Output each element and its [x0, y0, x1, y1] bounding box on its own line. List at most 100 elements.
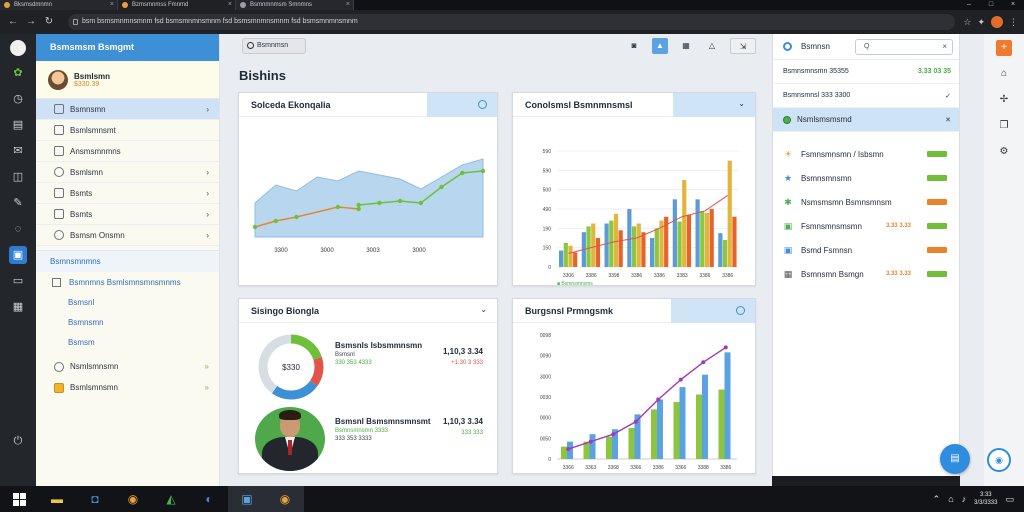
browser-tab-2[interactable]: Bzmsmnmss Fmnmd ×	[118, 0, 236, 10]
menu-icon[interactable]: ⋮	[1009, 17, 1018, 28]
sidebar-item-4[interactable]: Bsmlsmn ›	[36, 162, 219, 183]
file-explorer-icon[interactable]: ▬	[38, 486, 76, 512]
app-active-blue-icon[interactable]: ▣	[228, 486, 266, 512]
sidebar-item-7[interactable]: Bsmsm Onsmn ›	[36, 225, 219, 246]
sidebar-header: Bsmsmsm Bsmgmt	[36, 34, 219, 61]
panel-list-item[interactable]: ✱ Nsmsmsmn Bsmnsmnsm	[773, 190, 959, 214]
sidebar-user[interactable]: Bsmlsmn $330.39	[36, 61, 219, 99]
panel-list-item[interactable]: ▣ Bsmd Fsmnsn	[773, 238, 959, 262]
bar	[724, 352, 731, 459]
sidebar-item-6[interactable]: Bsmts ›	[36, 204, 219, 225]
bar	[651, 409, 657, 459]
panel-list-item[interactable]: ★ Bsmnsmnsmn	[773, 166, 959, 190]
browser-tab-3[interactable]: Bsmnmnmsm Smnmns ×	[236, 0, 354, 10]
close-icon[interactable]: ×	[110, 0, 114, 10]
start-button[interactable]	[0, 486, 38, 512]
forward-icon[interactable]: →	[24, 15, 38, 29]
triangle-icon[interactable]: △	[704, 38, 720, 54]
info-icon[interactable]	[736, 306, 745, 315]
volume-icon[interactable]: ♪	[962, 494, 967, 504]
panel-list-item[interactable]: ▣ Fsmnsmnsmsmn 3.33 3.33	[773, 214, 959, 238]
sidebar-item-3[interactable]: Ansmsmnmns	[36, 141, 219, 162]
maximize-icon[interactable]: □	[980, 0, 1002, 10]
sidebar-item-5[interactable]: Bsmts ›	[36, 183, 219, 204]
close-icon[interactable]: ×	[346, 0, 350, 10]
chevron-up-icon[interactable]: ⌃	[933, 494, 941, 505]
power-icon[interactable]: ⏻	[9, 432, 27, 450]
clock[interactable]: 3:33 3/3/3333	[974, 491, 997, 507]
panel-row-selected[interactable]: Nsmlsmsmsmd ✕	[773, 108, 959, 132]
copy-icon[interactable]: ❐	[996, 118, 1012, 134]
sidebar-bottom-item-2[interactable]: Bsmlsmnsmn »	[36, 377, 219, 398]
row-label: Bsmnsmnsmn	[801, 173, 852, 183]
close-window-icon[interactable]: ×	[1002, 0, 1024, 10]
reload-icon[interactable]: ↻	[42, 15, 56, 29]
sidebar-sub-item-1[interactable]: Bsmsnl	[36, 292, 219, 312]
close-icon[interactable]: ×	[942, 40, 947, 54]
close-icon[interactable]: ✕	[945, 116, 951, 124]
image-icon[interactable]: ▲	[652, 38, 668, 54]
floating-action-button[interactable]: ▤	[940, 444, 970, 474]
sidebar-bottom-item-1[interactable]: Nsmlsmnsmn »	[36, 356, 219, 377]
book-icon[interactable]: ◫	[9, 168, 27, 186]
palette-icon[interactable]: ✿	[9, 64, 27, 82]
help-button[interactable]: ◉	[987, 448, 1011, 472]
document-icon[interactable]: ▤	[9, 116, 27, 134]
folder-icon[interactable]: ▭	[9, 272, 27, 290]
home-icon[interactable]: ⌂	[996, 66, 1012, 82]
panel-search-input[interactable]: Q ×	[855, 39, 953, 55]
notification-icon[interactable]: ▭	[1005, 494, 1014, 505]
app-edge-icon[interactable]: ◐	[190, 486, 228, 512]
camera-icon[interactable]: ◙	[626, 38, 642, 54]
panel-list-item[interactable]: ▦ Bsmnsmn Bsmgn 3.33 3.33	[773, 262, 959, 286]
app-blue-icon[interactable]: ◘	[76, 486, 114, 512]
chevron-down-icon[interactable]: ⌄	[738, 99, 745, 108]
puzzle-icon[interactable]: ✢	[996, 92, 1012, 108]
area-chart: 3300 3000 3003 3000	[252, 158, 486, 254]
sidebar-check-item[interactable]: Bsmnmns Bsmlsmnsmnsmnms	[36, 272, 219, 292]
list-item[interactable]: Bsmsnl Bsmsmnsmnsmt Bsmnsmnsmn 3333 333 …	[335, 417, 431, 442]
add-icon[interactable]: +	[996, 40, 1012, 56]
sidebar-item-label: Bsmts	[70, 188, 93, 198]
bar	[631, 226, 637, 267]
search-input[interactable]: Bsmnmsn	[242, 38, 306, 54]
panel-list-item[interactable]: ☀ Fsmnsmnsmn / Isbsmn	[773, 142, 959, 166]
drop-icon[interactable]: ◌	[9, 220, 27, 238]
address-bar[interactable]: bsm bsmsmnmnsmnm fsd bsmsmnmnsmnm fsd bs…	[68, 14, 956, 30]
box-icon[interactable]: ▣	[9, 246, 27, 264]
chrome-active-icon[interactable]: ◉	[266, 486, 304, 512]
app-green-icon[interactable]: ◭	[152, 486, 190, 512]
chevron-down-icon[interactable]: ⌄	[480, 305, 487, 314]
info-icon[interactable]	[478, 100, 487, 109]
app-logo[interactable]	[10, 40, 26, 56]
close-icon[interactable]: ×	[228, 0, 232, 10]
minimize-icon[interactable]: –	[958, 0, 980, 10]
pen-icon[interactable]: ✎	[9, 194, 27, 212]
checkbox[interactable]	[52, 277, 61, 287]
data-point	[294, 214, 299, 220]
sidebar-sub-item-2[interactable]: Bsmnsmn	[36, 312, 219, 332]
back-icon[interactable]: ←	[6, 15, 20, 29]
network-icon[interactable]: ⌂	[948, 494, 953, 504]
photo-hair	[279, 410, 301, 420]
list-item[interactable]: Bsmsnls Isbsmmnsmn Bsmsnl 330 353 4333	[335, 341, 422, 366]
settings-icon[interactable]: ⚙	[996, 144, 1012, 160]
sidebar-item-1[interactable]: Bsmnsmn ›	[36, 99, 219, 120]
browser-tab-1[interactable]: Bksmsdmnmn ×	[0, 0, 118, 10]
panel-row[interactable]: Bsmnsmnsmn 35355 3.33 03 35	[773, 60, 959, 84]
calendar-icon[interactable]: ▦	[678, 38, 694, 54]
url-text: bsm bsmsmnmnsmnm fsd bsmsmnmnsmnm fsd bs…	[82, 18, 358, 25]
bar	[589, 434, 596, 459]
sidebar-sub-item-3[interactable]: Bsmsm	[36, 332, 219, 352]
chrome-icon[interactable]: ◉	[114, 486, 152, 512]
printer-icon[interactable]: ▦	[9, 298, 27, 316]
sidebar-item-2[interactable]: Bsmlsmnsmt	[36, 120, 219, 141]
profile-avatar[interactable]	[991, 16, 1003, 28]
clock-icon[interactable]: ◷	[9, 90, 27, 108]
panel-row[interactable]: Bsmnsmnsl 333 3300 ✓	[773, 84, 959, 108]
panel-label: Bsmnsn	[801, 42, 830, 51]
expand-icon[interactable]: ⇲	[730, 38, 756, 54]
star-icon[interactable]: ☆	[963, 17, 971, 28]
extensions-icon[interactable]: ✦	[977, 17, 985, 28]
chat-icon[interactable]: ✉	[9, 142, 27, 160]
